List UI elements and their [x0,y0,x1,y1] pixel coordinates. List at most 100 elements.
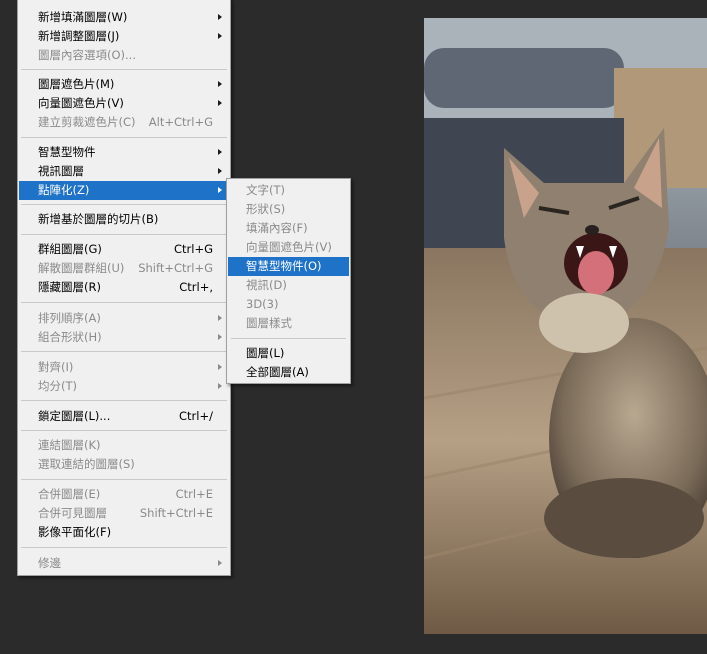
menu-item-shortcut: Shift+Ctrl+E [139,506,213,520]
submenu-arrow-icon [218,383,222,389]
menu-separator [21,479,227,480]
menu-item-label: 全部圖層(A) [246,365,309,379]
submenu-item-video[interactable]: 視訊(D) [228,276,349,295]
menu-item-label: 鎖定圖層(L)... [38,409,111,423]
submenu-arrow-icon [218,364,222,370]
menu-item-label: 合併可見圖層 [38,506,107,520]
menu-item-video-layers[interactable]: 視訊圖層 [19,162,229,181]
menu-item-ungroup-layers[interactable]: 解散圖層群組(U) Shift+Ctrl+G [19,259,229,278]
submenu-item-layer-style[interactable]: 圖層樣式 [228,314,349,333]
menu-item-new-fill-layer[interactable]: 新增填滿圖層(W) [19,8,229,27]
menu-item-shortcut: Ctrl+E [175,487,213,501]
menu-item-layer-content-options[interactable]: 圖層內容選項(O)... [19,46,229,65]
submenu-arrow-icon [218,315,222,321]
menu-item-shortcut: Ctrl+, [179,280,213,294]
menu-separator [231,338,346,339]
menu-item-flatten-image[interactable]: 影像平面化(F) [19,523,229,542]
kitten-image [424,18,707,634]
submenu-item-type[interactable]: 文字(T) [228,181,349,200]
menu-item-label: 視訊圖層 [38,164,84,178]
menu-item-matting[interactable]: 修邊 [19,554,229,573]
menu-item-label: 組合形狀(H) [38,330,102,344]
menu-item-group-layers[interactable]: 群組圖層(G) Ctrl+G [19,240,229,259]
menu-item-label: 合併圖層(E) [38,487,101,501]
menu-item-label: 新增調整圖層(J) [38,29,120,43]
menu-separator [21,204,227,205]
menu-item-label: 智慧型物件 [38,145,96,159]
menu-item-label: 文字(T) [246,183,285,197]
submenu-item-smart-object[interactable]: 智慧型物件(O) [228,257,349,276]
submenu-arrow-icon [218,334,222,340]
menu-item-label: 形狀(S) [246,202,286,216]
menu-item-label: 點陣化(Z) [38,183,90,197]
menu-item-label: 排列順序(A) [38,311,101,325]
menu-item-label: 隱藏圖層(R) [38,280,101,294]
layer-menu: 新增填滿圖層(W) 新增調整圖層(J) 圖層內容選項(O)... 圖層遮色片(M… [17,0,231,576]
submenu-item-3d[interactable]: 3D(3) [228,295,349,314]
menu-item-shortcut: Alt+Ctrl+G [148,115,213,129]
submenu-arrow-icon [218,100,222,106]
menu-separator [21,400,227,401]
menu-separator [21,69,227,70]
menu-separator [21,547,227,548]
menu-item-label: 圖層(L) [246,346,285,360]
menu-item-new-adjustment-layer[interactable]: 新增調整圖層(J) [19,27,229,46]
menu-separator [21,302,227,303]
submenu-item-all-layers[interactable]: 全部圖層(A) [228,363,349,382]
menu-item-distribute[interactable]: 均分(T) [19,377,229,396]
menu-item-label: 圖層遮色片(M) [38,77,115,91]
menu-item-new-layer-based-slice[interactable]: 新增基於圖層的切片(B) [19,210,229,229]
menu-item-label: 新增填滿圖層(W) [38,10,128,24]
canvas-photo-kitten [424,18,707,634]
menu-item-hide-layers[interactable]: 隱藏圖層(R) Ctrl+, [19,278,229,297]
menu-item-label: 群組圖層(G) [38,242,102,256]
menu-item-arrange[interactable]: 排列順序(A) [19,309,229,328]
submenu-arrow-icon [218,168,222,174]
menu-item-vector-mask[interactable]: 向量圖遮色片(V) [19,94,229,113]
menu-item-label: 連結圖層(K) [38,438,101,452]
menu-item-label: 解散圖層群組(U) [38,261,125,275]
menu-item-label: 圖層內容選項(O)... [38,48,136,62]
menu-item-layer-mask[interactable]: 圖層遮色片(M) [19,75,229,94]
menu-item-select-linked-layers[interactable]: 選取連結的圖層(S) [19,455,229,474]
submenu-arrow-icon [218,81,222,87]
menu-item-shortcut: Ctrl+/ [179,409,213,423]
submenu-item-shape[interactable]: 形狀(S) [228,200,349,219]
menu-separator [21,137,227,138]
menu-item-rasterize[interactable]: 點陣化(Z) [19,181,229,200]
menu-item-label: 圖層樣式 [246,316,292,330]
menu-item-label: 向量圖遮色片(V) [246,240,332,254]
menu-item-label: 修邊 [38,556,61,570]
menu-item-label: 視訊(D) [246,278,287,292]
submenu-arrow-icon [218,187,222,193]
menu-item-lock-layers[interactable]: 鎖定圖層(L)... Ctrl+/ [19,407,229,426]
rasterize-submenu: 文字(T) 形狀(S) 填滿內容(F) 向量圖遮色片(V) 智慧型物件(O) 視… [226,178,351,384]
submenu-item-fill-content[interactable]: 填滿內容(F) [228,219,349,238]
menu-item-label: 均分(T) [38,379,77,393]
submenu-item-vector-mask[interactable]: 向量圖遮色片(V) [228,238,349,257]
menu-item-label: 選取連結的圖層(S) [38,457,135,471]
menu-item-link-layers[interactable]: 連結圖層(K) [19,436,229,455]
menu-item-label: 填滿內容(F) [246,221,308,235]
menu-item-shortcut: Ctrl+G [173,242,213,256]
menu-separator [21,351,227,352]
menu-item-align[interactable]: 對齊(I) [19,358,229,377]
menu-item-merge-layers[interactable]: 合併圖層(E) Ctrl+E [19,485,229,504]
menu-item-label: 建立剪裁遮色片(C) [38,115,136,129]
menu-item-label: 3D(3) [246,297,279,311]
submenu-item-layer[interactable]: 圖層(L) [228,344,349,363]
menu-item-label: 新增基於圖層的切片(B) [38,212,159,226]
menu-item-smart-objects[interactable]: 智慧型物件 [19,143,229,162]
menu-item-label: 影像平面化(F) [38,525,112,539]
menu-item-label: 智慧型物件(O) [246,259,322,273]
menu-item-label: 對齊(I) [38,360,74,374]
menu-item-shortcut: Shift+Ctrl+G [138,261,213,275]
menu-separator [21,430,227,431]
submenu-arrow-icon [218,149,222,155]
menu-separator [21,234,227,235]
submenu-arrow-icon [218,33,222,39]
menu-item-merge-visible[interactable]: 合併可見圖層 Shift+Ctrl+E [19,504,229,523]
menu-item-combine-shapes[interactable]: 組合形狀(H) [19,328,229,347]
menu-item-create-clipping-mask[interactable]: 建立剪裁遮色片(C) Alt+Ctrl+G [19,113,229,132]
submenu-arrow-icon [218,14,222,20]
